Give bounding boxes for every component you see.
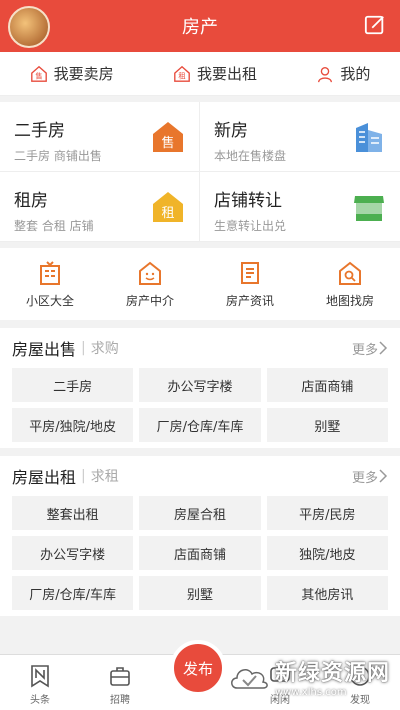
document-icon — [241, 261, 259, 284]
watermark-url: www.xlhs.com — [274, 687, 347, 698]
svg-text:售: 售 — [161, 135, 174, 151]
chip[interactable]: 独院/地皮 — [266, 536, 388, 570]
sale-chips: 二手房 办公写字楼 店面商铺 平房/独院/地皮 厂房/仓库/车库 别墅 — [0, 368, 400, 442]
shop-transfer-card[interactable]: 店铺转让 生意转让出兑 — [200, 172, 400, 242]
nav-label: 地图找房 — [325, 293, 374, 308]
rent-chips: 整套出租 房屋合租 平房/民房 办公写字楼 店面商铺 独院/地皮 厂房/仓库/车… — [0, 496, 400, 610]
map-search-button[interactable]: 地图找房 — [305, 260, 395, 309]
more-link[interactable]: 更多 — [352, 339, 388, 358]
sell-house-label: 我要卖房 — [53, 65, 114, 83]
rent-panel: 房屋出租 | 求租 更多 整套出租 房屋合租 平房/民房 办公写字楼 店面商铺 … — [0, 456, 400, 616]
rent-house-icon: 租 — [153, 192, 183, 222]
tab-label: 招聘 — [110, 695, 130, 706]
publish-button[interactable]: 发布 — [170, 640, 226, 696]
divider: | — [81, 340, 86, 356]
mine-button[interactable]: 我的 — [316, 63, 370, 84]
second-hand-house-card[interactable]: 二手房 二手房 商铺出售 售 — [0, 102, 200, 172]
mine-label: 我的 — [340, 65, 371, 83]
nav-label: 房产中介 — [125, 293, 174, 308]
nav-label: 小区大全 — [25, 293, 74, 308]
wanted-tab[interactable]: 求购 — [91, 338, 119, 358]
map-search-icon — [339, 261, 361, 285]
sell-house-icon: 售 — [30, 65, 47, 82]
chip[interactable]: 平房/民房 — [266, 496, 388, 530]
svg-text:售: 售 — [35, 71, 42, 80]
cloud-logo-icon — [230, 668, 268, 689]
agency-button[interactable]: 房产中介 — [105, 260, 195, 309]
watermark: 新绿资源网 www.xlhs.com — [227, 655, 390, 698]
rent-out-icon: 租 — [174, 65, 190, 82]
rent-out-button[interactable]: 租 我要出租 — [173, 63, 257, 84]
chip[interactable]: 房屋合租 — [139, 496, 261, 530]
nav-label: 房产资讯 — [225, 293, 274, 308]
sale-house-icon: 售 — [153, 122, 183, 152]
wanted-rent-tab[interactable]: 求租 — [91, 466, 119, 486]
chip[interactable]: 办公写字楼 — [139, 368, 261, 402]
tab-headlines[interactable]: 头条 — [0, 655, 80, 710]
page-title: 房产 — [182, 17, 218, 38]
building-icon — [356, 123, 382, 152]
more-label: 更多 — [351, 470, 378, 486]
chip[interactable]: 办公写字楼 — [12, 536, 134, 570]
watermark-title: 新绿资源网 — [274, 661, 390, 686]
chevron-right-icon — [379, 469, 388, 483]
briefcase-icon — [110, 667, 130, 686]
quick-actions-bar: 售 我要卖房 租 我要出租 我的 — [0, 52, 400, 96]
more-link[interactable]: 更多 — [352, 467, 388, 486]
chip[interactable]: 二手房 — [12, 368, 134, 402]
store-icon — [354, 196, 384, 221]
smiley-house-icon — [139, 261, 161, 285]
chevron-right-icon — [379, 341, 388, 355]
category-grid: 二手房 二手房 商铺出售 售 新房 本地在售楼盘 租房 整套 合租 店铺 租 店… — [0, 102, 400, 242]
sell-house-button[interactable]: 售 我要卖房 — [30, 63, 114, 84]
new-house-card[interactable]: 新房 本地在售楼盘 — [200, 102, 400, 172]
chip[interactable]: 厂房/仓库/车库 — [139, 408, 261, 442]
panel-title: 房屋出租 — [12, 468, 77, 487]
news-button[interactable]: 房产资讯 — [205, 260, 295, 309]
svg-text:租: 租 — [178, 71, 185, 80]
community-icon — [40, 260, 60, 285]
panel-header: 房屋出租 | 求租 更多 — [0, 456, 400, 496]
sale-panel: 房屋出售 | 求购 更多 二手房 办公写字楼 店面商铺 平房/独院/地皮 厂房/… — [0, 328, 400, 448]
chip[interactable]: 整套出租 — [12, 496, 134, 530]
chip[interactable]: 别墅 — [139, 576, 261, 610]
tab-label: 头条 — [30, 695, 50, 706]
chip[interactable]: 其他房讯 — [266, 576, 388, 610]
svg-text:租: 租 — [161, 206, 174, 221]
chip[interactable]: 别墅 — [266, 408, 388, 442]
community-list-button[interactable]: 小区大全 — [5, 260, 95, 309]
avatar[interactable] — [8, 6, 50, 48]
chip[interactable]: 厂房/仓库/车库 — [12, 576, 134, 610]
panel-header: 房屋出售 | 求购 更多 — [0, 328, 400, 368]
chip[interactable]: 店面商铺 — [139, 536, 261, 570]
rent-house-card[interactable]: 租房 整套 合租 店铺 租 — [0, 172, 200, 242]
tab-jobs[interactable]: 招聘 — [80, 655, 160, 710]
chip[interactable]: 店面商铺 — [266, 368, 388, 402]
panel-title: 房屋出售 — [12, 340, 77, 359]
chip[interactable]: 平房/独院/地皮 — [12, 408, 134, 442]
divider: | — [81, 468, 86, 484]
more-label: 更多 — [351, 342, 378, 358]
rent-out-label: 我要出租 — [196, 65, 257, 83]
app-header: 房产 — [0, 0, 400, 52]
headlines-icon — [31, 665, 49, 688]
edit-icon[interactable] — [364, 14, 386, 36]
user-icon — [318, 66, 333, 82]
feature-nav: 小区大全 房产中介 房产资讯 地图找房 — [0, 248, 400, 320]
watermark-text: 新绿资源网 www.xlhs.com — [275, 655, 390, 698]
